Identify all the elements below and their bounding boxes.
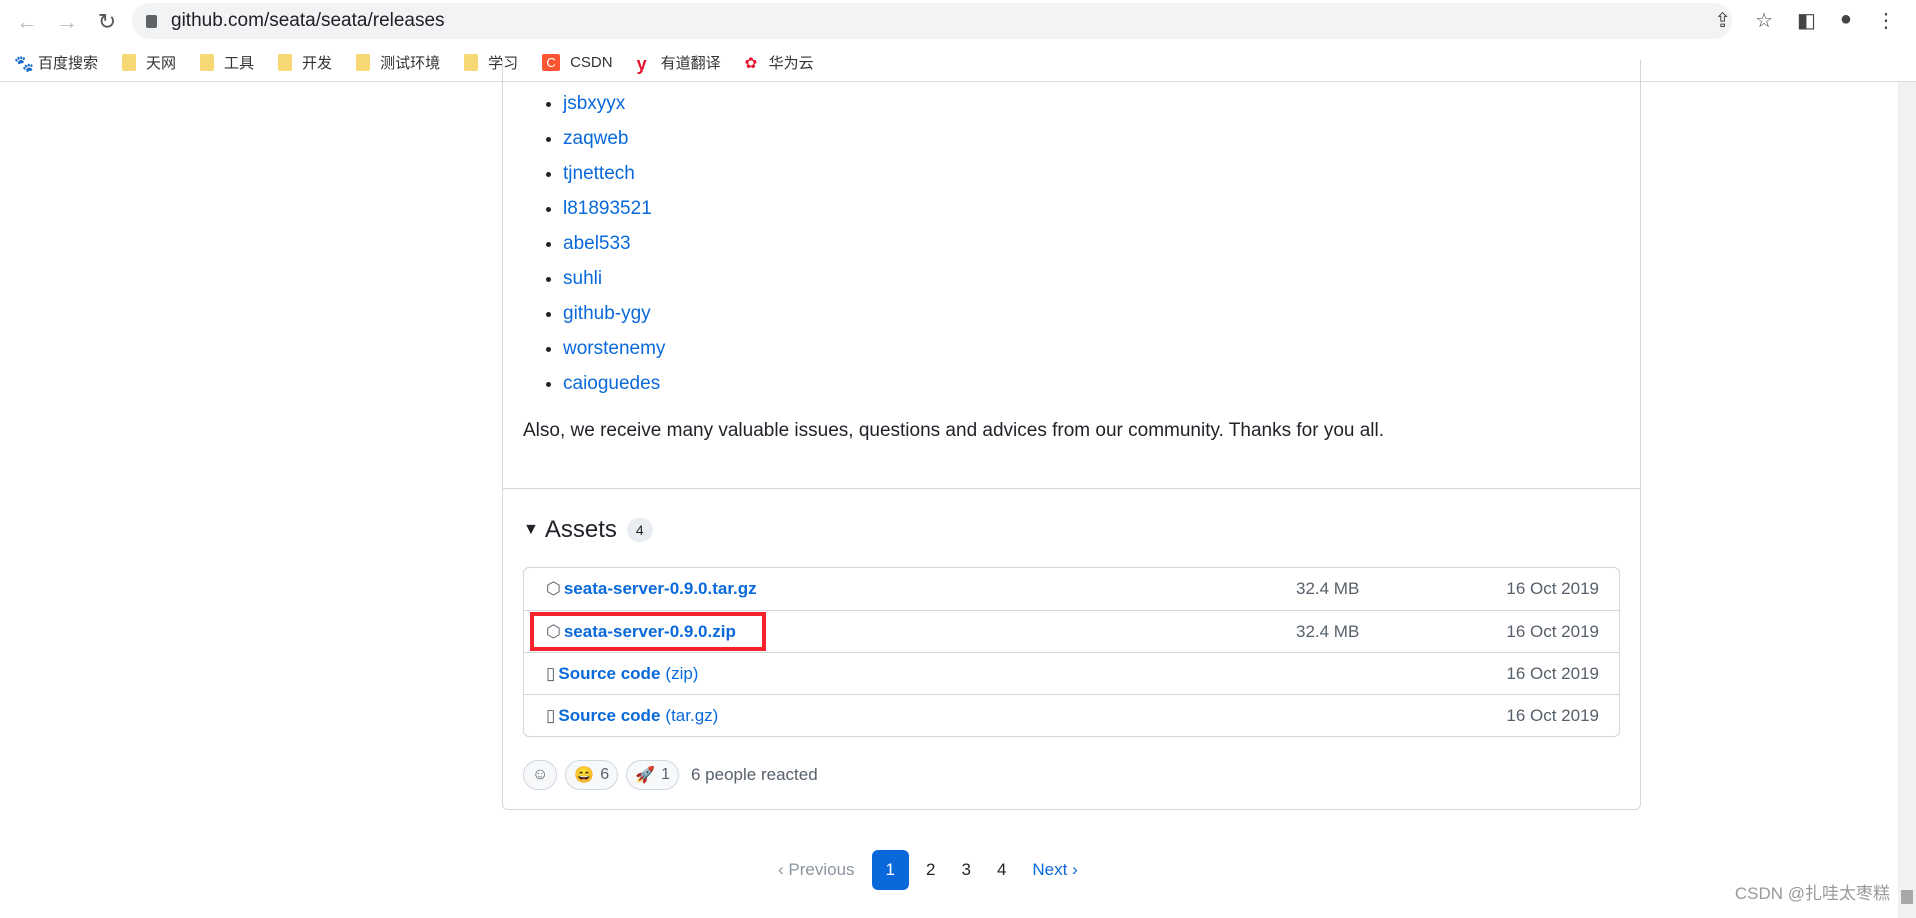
list-item: tjnettech (563, 160, 665, 195)
divider (502, 488, 1641, 489)
asset-row: ⬡ seata-server-0.9.0.tar.gz 32.4 MB 16 Oct … (524, 568, 1619, 610)
contributor-link[interactable]: l81893521 (563, 198, 652, 219)
list-item: caioguedes (563, 370, 665, 405)
rocket-count: 1 (661, 766, 670, 783)
contributor-link[interactable]: suhli (563, 268, 602, 289)
asset-row: ▯ Source code (tar.gz) 16 Oct 2019 (524, 694, 1619, 736)
asset-format[interactable]: (tar.gz) (665, 706, 718, 726)
folder-icon (464, 54, 479, 71)
previous-button[interactable]: ‹ Previous (765, 850, 868, 890)
asset-size: 32.4 MB (1296, 621, 1360, 641)
bookmark-label: 百度搜索 (38, 55, 99, 72)
reload-icon[interactable]: ↻ (94, 9, 120, 35)
thanks-text: Also, we receive many valuable issues, q… (523, 420, 1385, 441)
reaction-summary: 6 people reacted (691, 765, 818, 784)
caret-down-icon: ▼ (523, 521, 539, 538)
smiley-icon: ☺ (532, 766, 549, 783)
assets-title: Assets (544, 516, 617, 543)
list-item: suhli (563, 265, 665, 300)
bookmark-item[interactable]: 天网 (122, 52, 176, 73)
pagination: ‹ Previous 1234 Next › (765, 850, 1091, 890)
rocket-emoji-icon: 🚀 (635, 767, 656, 784)
profile-icon[interactable]: ● (1840, 8, 1852, 33)
asset-link[interactable]: Source code (558, 706, 660, 726)
contributor-link[interactable]: github-ygy (563, 303, 651, 324)
file-zip-icon: ▯ (546, 705, 556, 725)
assets-count: 4 (626, 518, 653, 542)
bookmark-label: 测试环境 (380, 55, 441, 72)
reactions: ☺ 😄 6 🚀 1 6 people reacted (523, 760, 818, 790)
bookmark-item[interactable]: 工具 (200, 52, 254, 73)
folder-icon (122, 54, 137, 71)
asset-link[interactable]: Source code (558, 664, 660, 684)
assets-toggle[interactable]: ▼ Assets 4 (523, 516, 653, 544)
page-2-button[interactable]: 2 (913, 850, 948, 890)
menu-icon[interactable]: ⋮ (1876, 8, 1896, 33)
previous-label: Previous (788, 860, 855, 879)
asset-date: 16 Oct 2019 (1506, 663, 1599, 683)
list-item: github-ygy (563, 300, 665, 335)
folder-icon (200, 54, 215, 71)
folder-icon (356, 54, 371, 71)
page-3-button[interactable]: 3 (948, 850, 983, 890)
star-icon[interactable]: ☆ (1755, 8, 1773, 33)
bookmark-item[interactable]: 开发 (278, 52, 332, 73)
contributor-link[interactable]: tjnettech (563, 163, 635, 184)
contributor-link[interactable]: jsbxyyx (563, 93, 625, 114)
chevron-left-icon: ‹ (778, 860, 789, 879)
scrollbar[interactable] (1898, 82, 1916, 918)
list-item: jsbxyyx (563, 90, 665, 125)
asset-link[interactable]: seata-server-0.9.0.tar.gz (564, 579, 757, 599)
contributor-link[interactable]: zaqweb (563, 128, 629, 149)
grin-emoji-icon: 😄 (574, 767, 595, 784)
asset-date: 16 Oct 2019 (1506, 621, 1599, 641)
list-item: l81893521 (563, 195, 665, 230)
list-item: worstenemy (563, 335, 665, 370)
asset-date: 16 Oct 2019 (1506, 579, 1599, 598)
chevron-right-icon: › (1067, 860, 1078, 879)
asset-size: 32.4 MB (1296, 579, 1360, 598)
list-item: abel533 (563, 230, 665, 265)
baidu-icon: 🐾 (14, 56, 34, 73)
folder-icon (278, 54, 293, 71)
bookmark-item[interactable]: 🐾 百度搜索 (14, 52, 98, 73)
bookmark-item[interactable]: 测试环境 (356, 52, 440, 73)
watermark: CSDN @扎哇太枣糕 (1734, 884, 1890, 903)
next-button[interactable]: Next › (1019, 850, 1090, 890)
contributor-link[interactable]: caioguedes (563, 373, 660, 394)
side-panel-icon[interactable]: ◧ (1797, 8, 1816, 33)
page-1-button[interactable]: 1 (871, 850, 909, 890)
bookmark-label: 开发 (302, 55, 333, 72)
contributor-link[interactable]: worstenemy (563, 338, 665, 359)
asset-date: 16 Oct 2019 (1506, 705, 1599, 725)
package-icon: ⬡ (546, 579, 561, 598)
add-reaction-button[interactable]: ☺ (523, 760, 558, 790)
bookmark-label: 工具 (224, 55, 255, 72)
list-item: zaqweb (563, 125, 665, 160)
contributor-link[interactable]: abel533 (563, 233, 631, 254)
address-bar[interactable]: github.com/seata/seata/releases (132, 3, 1732, 39)
forward-icon[interactable]: → (54, 9, 80, 35)
file-zip-icon: ▯ (546, 663, 556, 683)
asset-row: ▯ Source code (zip) 16 Oct 2019 (524, 652, 1619, 694)
highlight-box (530, 612, 766, 651)
lock-icon (146, 14, 157, 28)
share-icon[interactable]: ⇪ (1714, 8, 1731, 33)
url-text: github.com/seata/seata/releases (171, 10, 445, 31)
browser-toolbar: ← → ↻ github.com/seata/seata/releases ⇪ … (0, 0, 1916, 44)
scrollbar-thumb[interactable] (1901, 890, 1913, 904)
page-4-button[interactable]: 4 (984, 850, 1019, 890)
contributor-list: jsbxyyx zaqweb tjnettech l81893521 abel533 su… (563, 90, 665, 405)
next-label: Next (1032, 860, 1068, 879)
smile-count: 6 (600, 766, 610, 783)
assets-table: ⬡ seata-server-0.9.0.tar.gz 32.4 MB 16 Oct … (523, 567, 1620, 737)
back-icon[interactable]: ← (14, 9, 40, 35)
asset-format[interactable]: (zip) (665, 664, 698, 684)
smile-reaction-button[interactable]: 😄 6 (565, 760, 619, 790)
bookmark-label: 天网 (146, 55, 177, 72)
rocket-reaction-button[interactable]: 🚀 1 (626, 760, 679, 790)
